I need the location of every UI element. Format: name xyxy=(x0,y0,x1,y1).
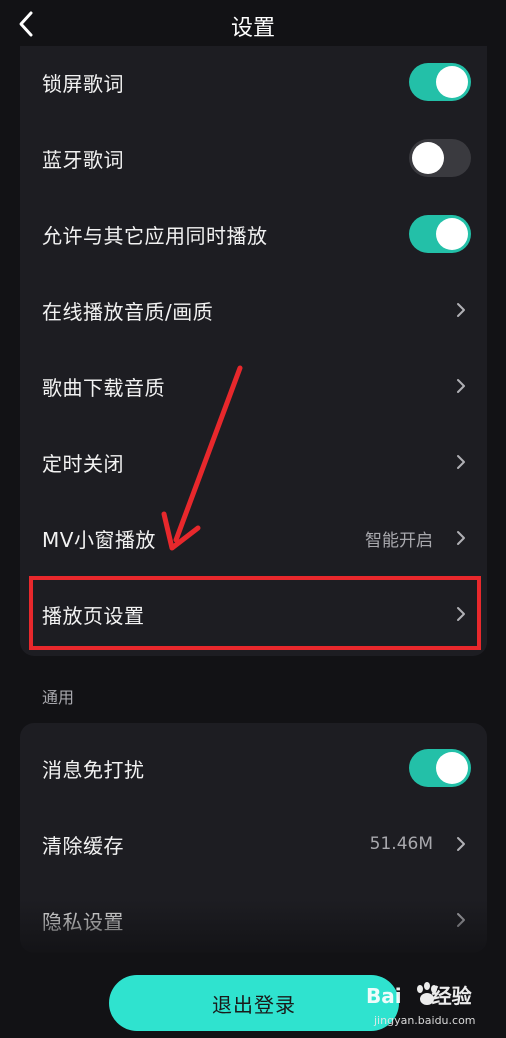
paw-logo-icon xyxy=(417,982,437,1005)
toggle-knob xyxy=(436,752,468,784)
setting-row-clear-cache[interactable]: 清除缓存 51.46M xyxy=(20,806,487,882)
chevron-right-icon xyxy=(453,836,469,852)
setting-label: 清除缓存 xyxy=(42,833,124,858)
setting-label: 消息免打扰 xyxy=(42,757,145,782)
setting-value: 51.46M xyxy=(369,834,433,854)
setting-row-do-not-disturb[interactable]: 消息免打扰 xyxy=(20,730,487,806)
section-label-general: 通用 xyxy=(42,688,75,707)
chevron-right-icon xyxy=(453,912,469,928)
setting-label: 隐私设置 xyxy=(42,909,124,934)
baidu-jingyan-watermark: Bai 经验 jingyan.baidu.com xyxy=(360,978,500,1034)
do-not-disturb-toggle[interactable] xyxy=(409,749,471,787)
setting-row-privacy[interactable]: 隐私设置 xyxy=(20,882,487,953)
watermark-url: jingyan.baidu.com xyxy=(374,1014,476,1027)
logout-button[interactable]: 退出登录 xyxy=(109,975,399,1031)
general-settings-card: 消息免打扰 清除缓存 51.46M 隐私设置 xyxy=(20,723,487,953)
